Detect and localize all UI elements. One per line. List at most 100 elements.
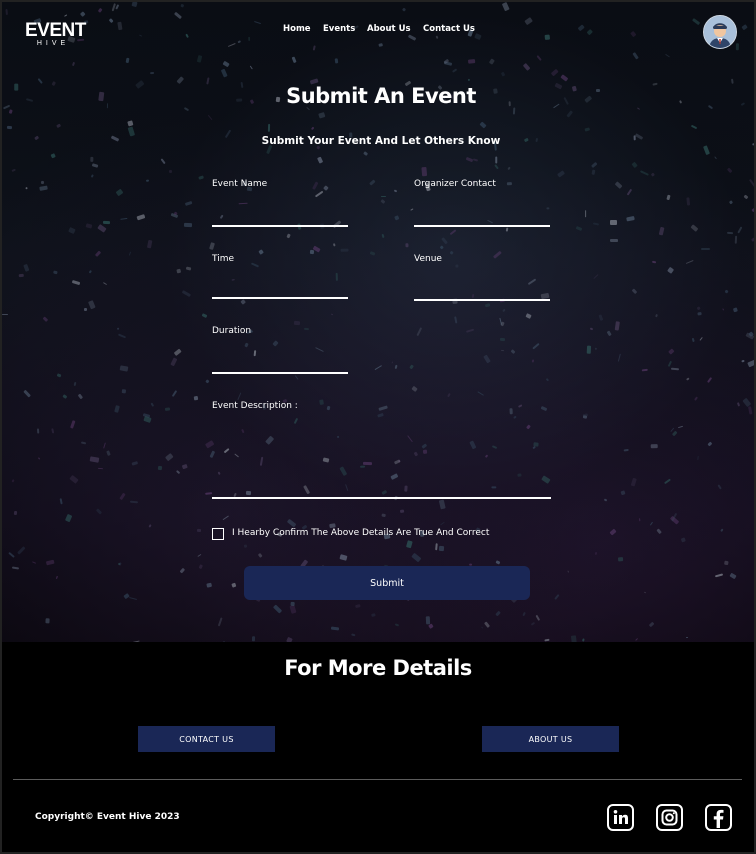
confetti-speck	[89, 455, 100, 463]
confetti-speck	[170, 357, 178, 367]
nav-home[interactable]: Home	[283, 24, 311, 34]
confetti-speck	[723, 560, 729, 566]
confetti-speck	[159, 157, 165, 164]
confetti-speck	[251, 262, 260, 268]
confetti-speck	[193, 395, 199, 400]
confetti-speck	[265, 436, 275, 446]
confetti-speck	[510, 349, 515, 354]
confetti-speck	[239, 203, 249, 205]
confetti-speck	[174, 12, 183, 20]
confetti-speck	[409, 207, 414, 211]
confetti-speck	[42, 316, 49, 322]
confirm-checkbox[interactable]	[212, 528, 224, 540]
confetti-speck	[451, 68, 458, 73]
confetti-speck	[737, 226, 743, 235]
confetti-speck	[395, 623, 400, 627]
confetti-speck	[390, 360, 393, 364]
confetti-speck	[7, 125, 13, 129]
duration-input[interactable]	[212, 372, 348, 374]
confetti-speck	[310, 249, 315, 254]
confetti-speck	[729, 200, 733, 205]
confetti-speck	[696, 305, 701, 311]
confetti-speck	[525, 424, 531, 429]
confetti-speck	[336, 435, 340, 439]
confetti-speck	[500, 71, 505, 76]
confetti-speck	[697, 312, 703, 316]
confetti-speck	[496, 560, 502, 565]
confetti-speck	[716, 484, 722, 490]
confetti-speck	[685, 637, 689, 639]
confetti-speck	[671, 430, 678, 437]
confetti-speck	[89, 157, 94, 163]
confetti-speck	[491, 444, 497, 449]
linkedin-icon[interactable]	[607, 804, 634, 831]
organizer-contact-input[interactable]	[414, 225, 550, 227]
confetti-speck	[18, 273, 24, 277]
nav-events[interactable]: Events	[323, 24, 355, 34]
confetti-speck	[45, 618, 50, 625]
confetti-speck	[121, 388, 126, 393]
confetti-speck	[736, 401, 740, 407]
about-us-button[interactable]: ABOUT US	[482, 726, 619, 752]
more-details-heading: For More Details	[284, 656, 472, 680]
confetti-speck	[509, 408, 514, 415]
confetti-speck	[413, 451, 419, 457]
confetti-speck	[118, 562, 122, 566]
confetti-speck	[751, 207, 754, 213]
confetti-speck	[405, 243, 409, 248]
confetti-speck	[517, 404, 522, 409]
confetti-speck	[530, 621, 536, 626]
confetti-speck	[667, 266, 675, 274]
confetti-speck	[183, 222, 192, 227]
confetti-speck	[341, 249, 349, 253]
confetti-speck	[627, 216, 636, 222]
submit-button[interactable]: Submit	[244, 566, 530, 600]
confetti-speck	[582, 412, 589, 417]
event-description-input[interactable]	[212, 497, 551, 499]
confetti-speck	[253, 350, 256, 357]
confetti-speck	[223, 641, 226, 642]
confetti-speck	[494, 164, 500, 170]
confetti-speck	[149, 523, 152, 528]
nav-about-us[interactable]: About Us	[367, 24, 411, 34]
time-input[interactable]	[212, 297, 348, 299]
confetti-speck	[403, 485, 408, 492]
event-name-input[interactable]	[212, 225, 348, 227]
confetti-speck	[584, 127, 591, 132]
instagram-icon[interactable]	[656, 804, 683, 831]
facebook-icon[interactable]	[705, 804, 732, 831]
confetti-speck	[145, 179, 149, 182]
confetti-speck	[727, 231, 734, 235]
confetti-speck	[244, 342, 249, 348]
confetti-speck	[184, 107, 190, 112]
confetti-speck	[441, 236, 448, 245]
confetti-speck	[368, 179, 376, 186]
confetti-speck	[11, 478, 15, 483]
confetti-speck	[471, 293, 475, 299]
confetti-speck	[500, 338, 506, 342]
confetti-speck	[439, 499, 446, 510]
confetti-speck	[423, 449, 428, 454]
confetti-speck	[314, 190, 323, 198]
confetti-speck	[707, 377, 712, 384]
confetti-speck	[205, 492, 213, 495]
organizer-contact-label: Organizer Contact	[414, 179, 496, 189]
confetti-speck	[222, 61, 230, 69]
contact-us-button[interactable]: CONTACT US	[138, 726, 275, 752]
confetti-speck	[627, 188, 633, 196]
venue-input[interactable]	[414, 299, 550, 301]
confetti-speck	[132, 640, 140, 642]
confetti-speck	[62, 394, 67, 399]
confetti-speck	[638, 518, 640, 522]
user-avatar[interactable]	[703, 15, 737, 49]
confetti-speck	[199, 564, 204, 570]
nav-contact-us[interactable]: Contact Us	[423, 24, 475, 34]
confetti-speck	[399, 510, 405, 514]
confetti-speck	[168, 169, 173, 174]
confetti-speck	[313, 45, 317, 51]
confetti-speck	[714, 573, 724, 578]
confetti-speck	[12, 566, 20, 570]
confetti-speck	[136, 213, 146, 220]
confetti-speck	[22, 389, 31, 398]
confetti-speck	[566, 110, 573, 119]
